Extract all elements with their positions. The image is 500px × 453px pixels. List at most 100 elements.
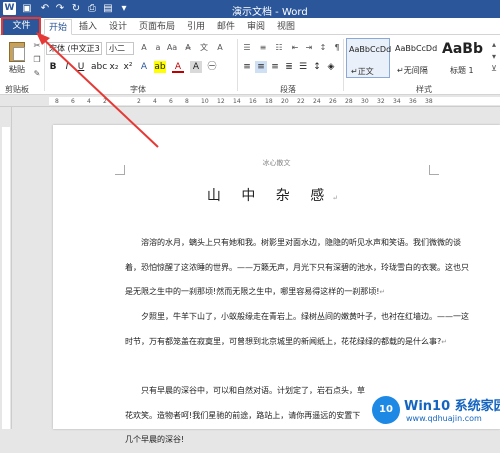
- ruler-number: 14: [233, 98, 241, 105]
- body-paragraph[interactable]: 溶溶的水月，螭头上只有她和我。树影里对面水边，隐隐的听见水声和笑语。我们微微的谈…: [125, 231, 471, 305]
- font-group-label: 字体: [130, 85, 146, 94]
- show-marks-icon[interactable]: ¶: [331, 43, 343, 53]
- style-heading-1[interactable]: AaBb 标题 1: [440, 38, 484, 78]
- ruler-number: 38: [425, 98, 433, 105]
- distributed-button[interactable]: ☰: [297, 61, 309, 73]
- style-preview: AaBb: [442, 41, 483, 57]
- style-normal[interactable]: AaBbCcDd ↵正文: [346, 38, 391, 78]
- refresh-icon[interactable]: ↻: [69, 2, 83, 15]
- text-effects-button[interactable]: A: [138, 61, 150, 73]
- format-painter-icon[interactable]: ✎: [31, 69, 43, 79]
- ruler-number: 4: [153, 98, 157, 105]
- styles-group-label: 样式: [416, 85, 432, 94]
- ruler-number: 20: [281, 98, 289, 105]
- shading-button[interactable]: ◈: [325, 61, 337, 73]
- change-case-icon[interactable]: Aa: [166, 43, 178, 53]
- paragraph-mark: ↵: [379, 288, 386, 296]
- paste-button[interactable]: 粘贴: [4, 38, 30, 82]
- ribbon-tabs: 文件 开始 插入 设计 页面布局 引用 邮件 审阅 视图: [0, 18, 500, 35]
- body-paragraph[interactable]: 只有早晨的深谷中，可以和自然对语。计划定了，岩石点头，草花欢笑。造物者呵!我们星…: [125, 379, 365, 453]
- ruler-number: 6: [71, 98, 75, 105]
- copy-icon[interactable]: ❐: [31, 55, 43, 65]
- subscript-button[interactable]: x₂: [108, 61, 120, 73]
- style-name: ↵正文: [351, 67, 374, 76]
- font-color-button[interactable]: A: [172, 61, 184, 73]
- ruler-number: 2: [103, 98, 107, 105]
- ruler-number: 2: [137, 98, 141, 105]
- tab-view[interactable]: 视图: [274, 19, 298, 35]
- shrink-font-icon[interactable]: a: [152, 43, 164, 53]
- sort-icon[interactable]: ↕: [317, 43, 329, 53]
- ruler-number: 34: [393, 98, 401, 105]
- vertical-ruler[interactable]: [0, 107, 12, 429]
- tab-references[interactable]: 引用: [184, 19, 208, 35]
- grow-font-icon[interactable]: A: [138, 43, 150, 53]
- style-no-spacing[interactable]: AaBbCcDd ↵无间隔: [393, 38, 437, 78]
- open-icon[interactable]: ▤: [101, 2, 115, 15]
- style-name: 标题 1: [450, 66, 474, 75]
- italic-button[interactable]: I: [61, 61, 73, 73]
- tab-design[interactable]: 设计: [106, 19, 130, 35]
- styles-scroll-up-icon[interactable]: ▴: [488, 40, 500, 50]
- redo-icon[interactable]: ↷: [53, 2, 67, 15]
- body-paragraph[interactable]: 夕照里，牛羊下山了，小蚁般缘走在青岩上。绿树丛间的嫩黄叶子，也衬在红墙边。——一…: [125, 305, 471, 354]
- tab-insert[interactable]: 插入: [76, 19, 100, 35]
- increase-indent-icon[interactable]: ⇥: [303, 43, 315, 53]
- superscript-button[interactable]: x²: [122, 61, 134, 73]
- paste-label: 粘贴: [9, 65, 25, 74]
- phonetic-guide-icon[interactable]: 文: [198, 43, 210, 53]
- highlight-color-button[interactable]: ab: [154, 61, 166, 73]
- group-separator: [237, 39, 238, 91]
- paragraph-mark: ↵: [441, 337, 448, 346]
- enclose-char-button[interactable]: ㊀: [206, 61, 218, 73]
- ruler-number: 28: [345, 98, 353, 105]
- ruler-number: 16: [249, 98, 257, 105]
- ruler-number: 8: [55, 98, 59, 105]
- underline-button[interactable]: U: [75, 61, 87, 73]
- clear-format-icon[interactable]: A̶: [182, 43, 194, 53]
- styles-more-icon[interactable]: ⊻: [488, 64, 500, 74]
- align-left-button[interactable]: ≡: [241, 61, 253, 73]
- word-app-icon[interactable]: W: [3, 2, 16, 15]
- multilevel-list-icon[interactable]: ☷: [273, 43, 285, 53]
- bullets-icon[interactable]: ☰: [241, 43, 253, 53]
- align-center-button[interactable]: ≡: [255, 61, 267, 73]
- paragraph-group-label: 段落: [280, 85, 296, 94]
- ruler-number: 36: [409, 98, 417, 105]
- tab-home[interactable]: 开始: [44, 19, 72, 35]
- line-spacing-button[interactable]: ↕: [311, 61, 323, 73]
- cut-icon[interactable]: ✂: [31, 41, 43, 51]
- horizontal-ruler[interactable]: 8 6 4 2 2 4 6 8 10 12 14 16 18 20 22 24 …: [0, 95, 500, 107]
- save-icon[interactable]: ▣: [20, 2, 34, 15]
- ruler-number: 24: [313, 98, 321, 105]
- char-shading-button[interactable]: A: [190, 61, 202, 73]
- font-name-dropdown[interactable]: 宋体 (中文正3: [46, 42, 102, 55]
- paragraph-text: 只有早晨的深谷中，可以和自然对语。计划定了，岩石点头，草花欢笑。造物者呵!我们星…: [125, 386, 365, 444]
- tab-page-layout[interactable]: 页面布局: [136, 19, 178, 35]
- page-header[interactable]: 冰心散文: [53, 158, 500, 168]
- tab-mailings[interactable]: 邮件: [214, 19, 238, 35]
- document-title[interactable]: 山 中 杂 感↵: [53, 185, 500, 205]
- tab-review[interactable]: 审阅: [244, 19, 268, 35]
- ruler-number: 30: [361, 98, 369, 105]
- strikethrough-button[interactable]: abc: [91, 61, 107, 73]
- font-size-dropdown[interactable]: 小二: [106, 42, 134, 55]
- customize-toolbar-icon[interactable]: ▾: [117, 2, 131, 15]
- paragraph-text: 溶溶的水月，螭头上只有她和我。树影里对面水边，隐隐的听见水声和笑语。我们微微的谈…: [125, 238, 469, 296]
- bold-button[interactable]: B: [47, 61, 59, 73]
- ruler-number: 8: [185, 98, 189, 105]
- decrease-indent-icon[interactable]: ⇤: [289, 43, 301, 53]
- watermark-url: www.qdhuajin.com: [406, 414, 482, 423]
- numbering-icon[interactable]: ≡: [257, 43, 269, 53]
- print-icon[interactable]: ⎙: [85, 2, 99, 15]
- ruler-number: 26: [329, 98, 337, 105]
- undo-icon[interactable]: ↶: [38, 2, 52, 15]
- site-watermark: 10 Win10 系统家园 www.qdhuajin.com: [372, 392, 500, 429]
- char-border-icon[interactable]: A: [214, 43, 226, 53]
- styles-scroll-down-icon[interactable]: ▾: [488, 52, 500, 62]
- justify-button[interactable]: ≣: [283, 61, 295, 73]
- document-page[interactable]: 冰心散文 山 中 杂 感↵ 溶溶的水月，螭头上只有她和我。树影里对面水边，隐隐的…: [53, 125, 500, 444]
- ruler-track: 8 6 4 2 2 4 6 8 10 12 14 16 18 20 22 24 …: [49, 97, 500, 105]
- title-text: 山 中 杂 感: [206, 188, 333, 204]
- align-right-button[interactable]: ≡: [269, 61, 281, 73]
